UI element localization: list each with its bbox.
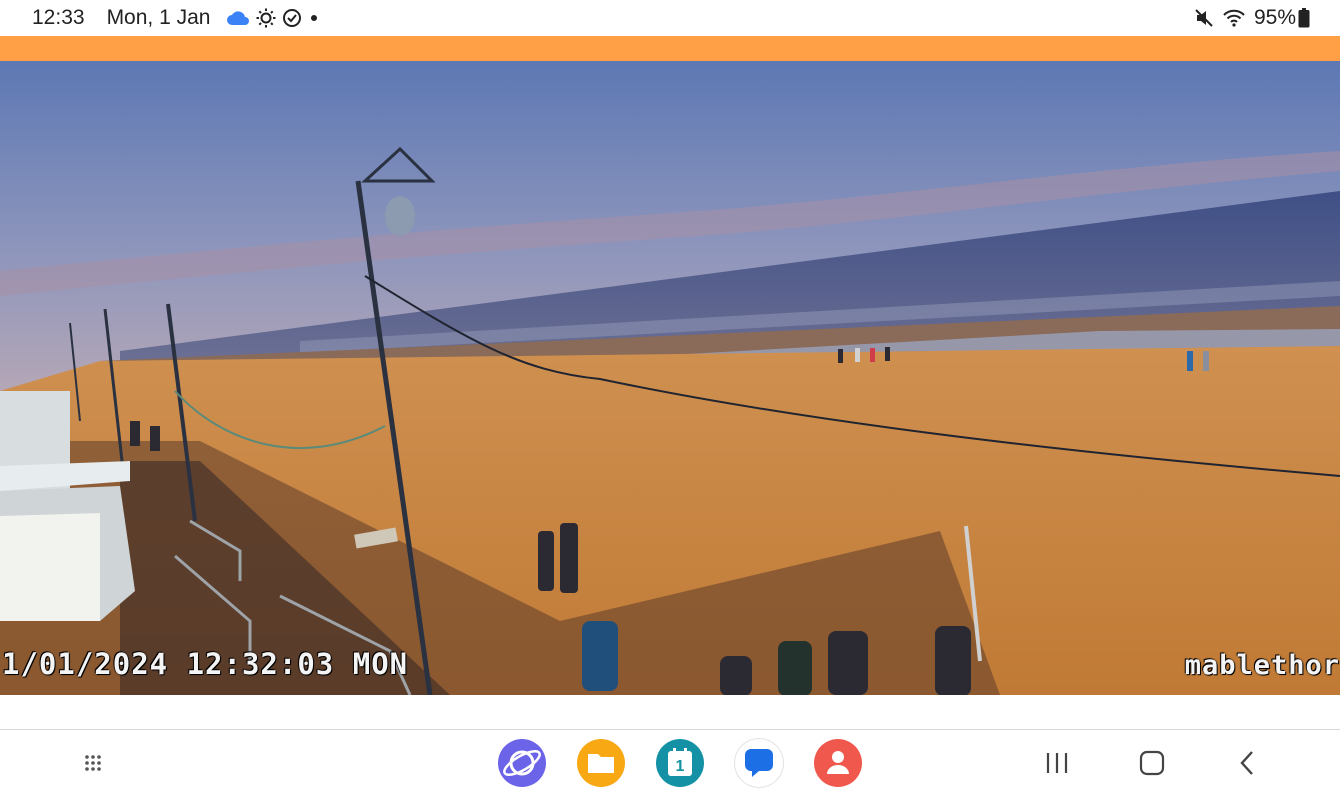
internet-app-button[interactable] [498, 739, 546, 787]
recents-button[interactable] [1042, 748, 1072, 778]
clock: 12:33 [32, 6, 85, 29]
wifi-icon [1222, 8, 1246, 28]
home-button[interactable] [1137, 748, 1167, 778]
person-icon [814, 739, 862, 787]
mute-icon [1194, 8, 1214, 28]
beach-scene [0, 61, 1340, 695]
folder-icon [577, 739, 625, 787]
sync-icon [282, 8, 302, 28]
battery-percent: 95% [1253, 6, 1296, 29]
planet-icon [498, 739, 546, 787]
home-icon [1139, 750, 1165, 776]
more-dot-icon [308, 12, 320, 24]
sun-icon [256, 8, 276, 28]
calendar-app-button[interactable]: 1 [656, 739, 704, 787]
app-toolbar [0, 36, 1340, 61]
calendar-icon: 1 [656, 739, 704, 787]
messages-app-button[interactable] [735, 739, 783, 787]
taskbar: 1 [0, 730, 1340, 800]
webcam-view[interactable]: 1/01/2024 12:32:03 MON mablethor [0, 61, 1340, 695]
camera-timestamp: 1/01/2024 12:32:03 MON [2, 647, 409, 681]
my-files-app-button[interactable] [577, 739, 625, 787]
recents-icon [1046, 753, 1068, 773]
date: Mon, 1 Jan [106, 6, 211, 29]
cloud-icon [226, 10, 250, 26]
calendar-day-label: 1 [676, 758, 685, 775]
contacts-app-button[interactable] [814, 739, 862, 787]
chat-bubble-icon [745, 749, 773, 777]
content-gap [0, 695, 1340, 729]
battery-icon [1298, 8, 1310, 28]
camera-watermark: mablethor [1184, 650, 1340, 681]
status-bar: 12:33 Mon, 1 Jan 95% [0, 0, 1340, 36]
back-arrow-icon [1240, 751, 1253, 775]
apps-grid-icon[interactable] [80, 750, 106, 776]
back-button[interactable] [1233, 748, 1263, 778]
